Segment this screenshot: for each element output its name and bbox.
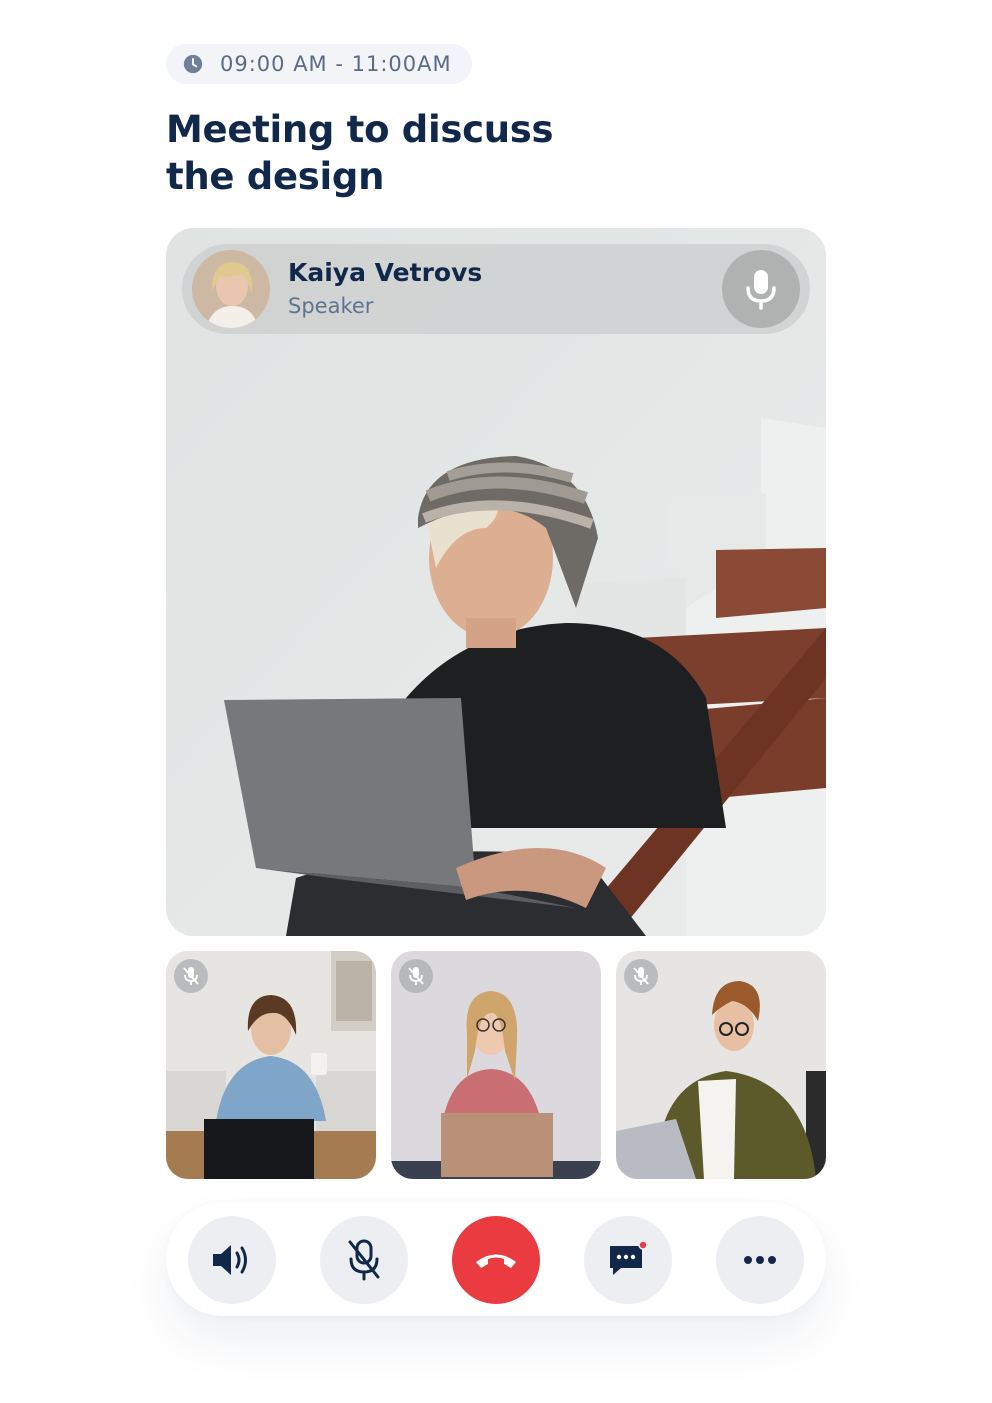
speaker-video[interactable]: Kaiya Vetrovs Speaker xyxy=(166,228,826,936)
participant-video-1[interactable] xyxy=(166,951,376,1179)
mic-off-icon xyxy=(633,967,649,985)
speaker-avatar-image xyxy=(192,250,270,328)
mute-button[interactable] xyxy=(320,1216,408,1304)
clock-icon xyxy=(183,54,203,74)
speaker-info-bar: Kaiya Vetrovs Speaker xyxy=(182,244,810,334)
speaker-volume-button[interactable] xyxy=(188,1216,276,1304)
participant-video-2[interactable] xyxy=(391,951,601,1179)
meeting-title-line2: the design xyxy=(166,155,385,198)
speaker-name: Kaiya Vetrovs xyxy=(288,258,483,287)
meeting-time: 09:00 AM - 11:00AM xyxy=(220,52,452,76)
speaker-video-frame xyxy=(166,228,826,936)
end-call-button[interactable] xyxy=(452,1216,540,1304)
microphone-icon xyxy=(746,270,776,310)
more-options-button[interactable] xyxy=(716,1216,804,1304)
mic-off-icon xyxy=(348,1239,380,1281)
meeting-time-pill: 09:00 AM - 11:00AM xyxy=(166,44,472,84)
more-icon xyxy=(744,1256,776,1264)
meeting-title: Meeting to discuss the design xyxy=(166,106,586,200)
chat-button[interactable] xyxy=(584,1216,672,1304)
speaker-icon xyxy=(213,1245,247,1275)
chat-icon xyxy=(610,1240,648,1275)
speaker-mic-button[interactable] xyxy=(722,250,800,328)
speaker-avatar[interactable] xyxy=(192,250,270,328)
call-controls-bar xyxy=(166,1202,826,1316)
mic-off-icon xyxy=(183,967,199,985)
participant-video-3[interactable] xyxy=(616,951,826,1179)
participant-2-muted-badge xyxy=(399,959,433,993)
meeting-title-line1: Meeting to discuss xyxy=(166,108,554,151)
mic-off-icon xyxy=(408,967,424,985)
participant-3-muted-badge xyxy=(624,959,658,993)
speaker-role: Speaker xyxy=(288,294,374,318)
participant-1-muted-badge xyxy=(174,959,208,993)
end-call-icon xyxy=(476,1254,516,1268)
